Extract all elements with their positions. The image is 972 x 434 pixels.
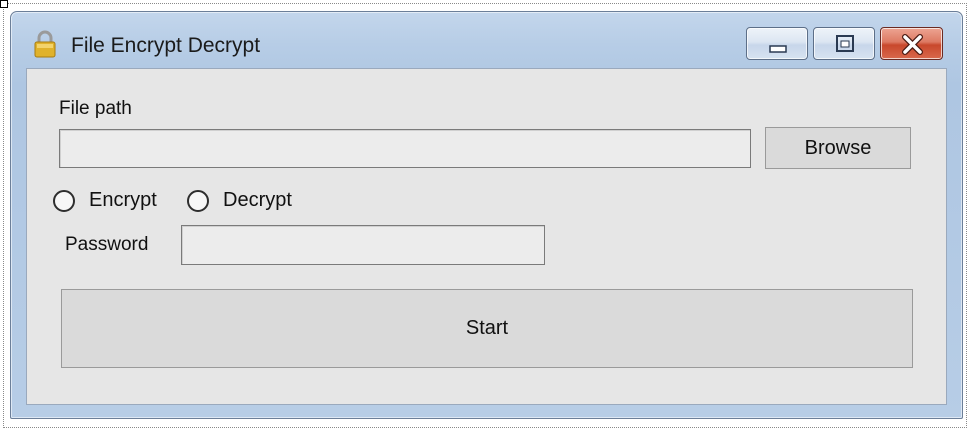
maximize-button[interactable] (813, 27, 875, 60)
decrypt-label: Decrypt (223, 189, 292, 211)
start-button[interactable]: Start (61, 289, 913, 368)
browse-button[interactable]: Browse (765, 127, 911, 169)
padlock-icon (33, 29, 57, 59)
password-field[interactable] (181, 225, 545, 265)
password-input[interactable] (182, 226, 544, 264)
file-path-input[interactable] (60, 130, 750, 167)
designer-canvas: File Encrypt Decrypt File path Browse En… (0, 0, 972, 434)
file-path-field[interactable] (59, 129, 751, 168)
minimize-button[interactable] (746, 27, 808, 60)
decrypt-radio[interactable] (187, 189, 209, 212)
caption-buttons (741, 27, 943, 60)
password-label: Password (65, 234, 149, 255)
decrypt-option[interactable]: Decrypt (187, 189, 292, 212)
window-title: File Encrypt Decrypt (71, 34, 261, 57)
file-path-label: File path (59, 98, 132, 119)
encrypt-radio[interactable] (53, 189, 75, 212)
close-button[interactable] (880, 27, 943, 60)
title-bar[interactable]: File Encrypt Decrypt (11, 12, 962, 68)
encrypt-option[interactable]: Encrypt (53, 189, 157, 212)
app-window: File Encrypt Decrypt File path Browse En… (10, 11, 963, 419)
close-icon (902, 34, 923, 55)
minimize-icon (769, 45, 787, 53)
encrypt-label: Encrypt (89, 189, 157, 211)
maximize-icon (836, 35, 854, 52)
resize-handle[interactable] (0, 0, 8, 8)
form-client-area: File path Browse Encrypt Decrypt Passwor… (26, 68, 947, 405)
